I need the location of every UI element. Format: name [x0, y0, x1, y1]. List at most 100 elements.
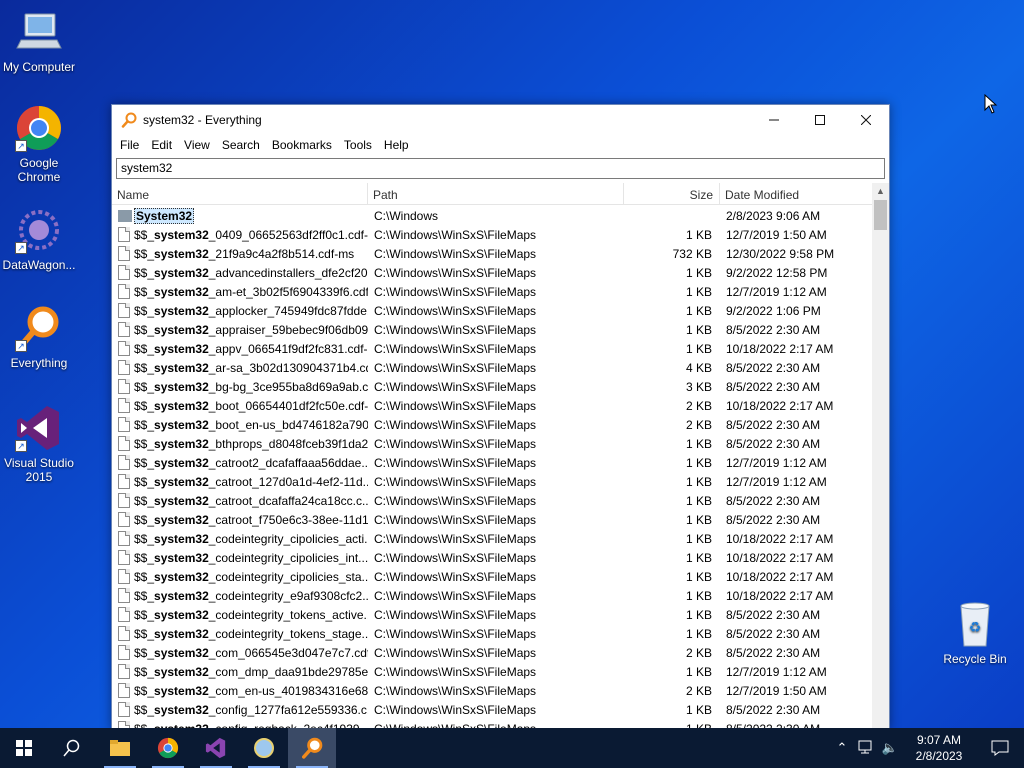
table-row[interactable]: $$_system32_codeintegrity_cipolicies_int…: [112, 548, 874, 567]
menu-file[interactable]: File: [114, 138, 145, 152]
taskbar-everything[interactable]: [288, 728, 336, 768]
table-row[interactable]: $$_system32_catroot_f750e6c3-38ee-11d1..…: [112, 510, 874, 529]
table-row[interactable]: $$_system32_com_066545e3d047e7c7.cdf... C…: [112, 643, 874, 662]
desktop-icon-everything[interactable]: ↗ Everything: [0, 304, 78, 370]
file-icon: [118, 227, 130, 242]
cell-name: $$_system32_0409_06652563df2ff0c1.cdf-..…: [112, 227, 368, 242]
file-icon: [118, 436, 130, 451]
taskbar-datawagon[interactable]: [240, 728, 288, 768]
menu-view[interactable]: View: [178, 138, 216, 152]
table-row[interactable]: $$_system32_com_en-us_4019834316e68... C:…: [112, 681, 874, 700]
mouse-cursor-icon: [984, 93, 998, 117]
table-row[interactable]: $$_system32_bthprops_d8048fceb39f1da2...…: [112, 434, 874, 453]
window-title: system32 - Everything: [143, 113, 262, 127]
table-row[interactable]: $$_system32_catroot_127d0a1d-4ef2-11d...…: [112, 472, 874, 491]
volume-icon[interactable]: 🔈: [878, 740, 902, 756]
file-name: $$_system32_boot_06654401df2fc50e.cdf-..…: [134, 398, 368, 413]
column-header-date[interactable]: Date Modified: [720, 183, 874, 204]
column-header-name[interactable]: Name: [112, 183, 368, 204]
table-row[interactable]: $$_system32_codeintegrity_tokens_stage..…: [112, 624, 874, 643]
menu-edit[interactable]: Edit: [145, 138, 178, 152]
cell-name: $$_system32_catroot_f750e6c3-38ee-11d1..…: [112, 512, 368, 527]
title-bar[interactable]: system32 - Everything: [112, 105, 889, 135]
chevron-up-icon[interactable]: ⌃: [830, 740, 854, 756]
table-row[interactable]: $$_system32_advancedinstallers_dfe2cf20.…: [112, 263, 874, 282]
desktop-icon-my-computer[interactable]: My Computer: [0, 8, 78, 74]
cell-size: 1 KB: [685, 493, 712, 508]
search-input[interactable]: system32: [116, 158, 885, 179]
table-row[interactable]: $$_system32_codeintegrity_cipolicies_sta…: [112, 567, 874, 586]
table-row[interactable]: System32 C:\Windows 2/8/2023 9:06 AM: [112, 206, 874, 225]
cell-date: 10/18/2022 2:17 AM: [726, 550, 834, 565]
file-name: $$_system32_codeintegrity_cipolicies_sta…: [134, 569, 368, 584]
file-icon: [118, 360, 130, 375]
desktop-icon-datawagon[interactable]: ↗ DataWagon...: [0, 206, 78, 272]
file-icon: [118, 702, 130, 717]
notification-button[interactable]: [976, 728, 1024, 768]
taskbar-file-explorer[interactable]: [96, 728, 144, 768]
taskbar-chrome[interactable]: [144, 728, 192, 768]
magnifier-icon: ↗: [15, 304, 63, 352]
maximize-icon: [815, 115, 825, 125]
start-button[interactable]: [0, 728, 48, 768]
menu-help[interactable]: Help: [378, 138, 415, 152]
cell-date: 8/5/2022 2:30 AM: [726, 360, 821, 375]
column-header-path[interactable]: Path: [368, 183, 624, 204]
table-header: Name Path Size Date Modified: [112, 183, 889, 205]
file-icon: [118, 683, 130, 698]
menu-tools[interactable]: Tools: [338, 138, 378, 152]
table-row[interactable]: $$_system32_com_dmp_daa91bde29785e... C:\…: [112, 662, 874, 681]
cell-name: $$_system32_catroot_dcafaffa24ca18cc.c..…: [112, 493, 368, 508]
menu-search[interactable]: Search: [216, 138, 266, 152]
network-icon[interactable]: [854, 740, 878, 757]
cell-size: 2 KB: [685, 645, 712, 660]
minimize-button[interactable]: [751, 105, 797, 135]
table-row[interactable]: $$_system32_appv_066541f9df2fc831.cdf-..…: [112, 339, 874, 358]
table-row[interactable]: $$_system32_0409_06652563df2ff0c1.cdf-..…: [112, 225, 874, 244]
cell-date: 12/7/2019 1:12 AM: [726, 474, 827, 489]
scrollbar-thumb[interactable]: [874, 200, 887, 230]
table-row[interactable]: $$_system32_catroot_dcafaffa24ca18cc.c..…: [112, 491, 874, 510]
close-button[interactable]: [843, 105, 889, 135]
scroll-up-icon[interactable]: ▲: [872, 183, 889, 200]
file-icon: [118, 303, 130, 318]
table-row[interactable]: $$_system32_catroot2_dcafaffaaa56ddae...…: [112, 453, 874, 472]
cell-size: 1 KB: [685, 265, 712, 280]
cell-size: 1 KB: [685, 512, 712, 527]
table-row[interactable]: $$_system32_bg-bg_3ce955ba8d69a9ab.c... C…: [112, 377, 874, 396]
table-row[interactable]: $$_system32_codeintegrity_tokens_active.…: [112, 605, 874, 624]
search-button[interactable]: [48, 728, 96, 768]
menu-bar: File Edit View Search Bookmarks Tools He…: [112, 135, 889, 155]
cell-date: 8/5/2022 2:30 AM: [726, 626, 821, 641]
taskbar-visual-studio[interactable]: [192, 728, 240, 768]
desktop-icon-google-chrome[interactable]: ↗ Google Chrome: [0, 104, 78, 184]
clock[interactable]: 9:07 AM 2/8/2023: [902, 732, 976, 764]
cell-path: C:\Windows\WinSxS\FileMaps: [374, 512, 537, 527]
table-row[interactable]: $$_system32_21f9a9c4a2f8b514.cdf-ms C:\Wi…: [112, 244, 874, 263]
cell-date: 8/5/2022 2:30 AM: [726, 417, 821, 432]
file-icon: [118, 664, 130, 679]
table-row[interactable]: $$_system32_codeintegrity_e9af9308cfc2..…: [112, 586, 874, 605]
cell-size: 1 KB: [685, 474, 712, 489]
desktop-icon-label: Visual Studio 2015: [4, 456, 74, 484]
cell-path: C:\Windows\WinSxS\FileMaps: [374, 360, 537, 375]
file-name: $$_system32_com_dmp_daa91bde29785e...: [134, 664, 368, 679]
column-header-size[interactable]: Size: [624, 183, 720, 204]
table-row[interactable]: $$_system32_config_1277fa612e559336.c...…: [112, 700, 874, 719]
table-row[interactable]: $$_system32_ar-sa_3b02d130904371b4.cd...…: [112, 358, 874, 377]
table-row[interactable]: $$_system32_am-et_3b02f5f6904339f6.cdf..…: [112, 282, 874, 301]
desktop-icon-recycle-bin[interactable]: ♻ Recycle Bin: [940, 600, 1010, 666]
desktop-icon-visual-studio[interactable]: ↗ Visual Studio 2015: [0, 404, 78, 484]
table-row[interactable]: $$_system32_boot_en-us_bd4746182a790... C…: [112, 415, 874, 434]
table-row[interactable]: $$_system32_applocker_745949fdc87fdde...…: [112, 301, 874, 320]
cell-size: 1 KB: [685, 664, 712, 679]
table-row[interactable]: $$_system32_appraiser_59bebec9f06db09...…: [112, 320, 874, 339]
menu-bookmarks[interactable]: Bookmarks: [266, 138, 338, 152]
results-list: System32 C:\Windows 2/8/2023 9:06 AM $$_sys…: [112, 206, 874, 729]
maximize-button[interactable]: [797, 105, 843, 135]
table-row[interactable]: $$_system32_boot_06654401df2fc50e.cdf-..…: [112, 396, 874, 415]
vertical-scrollbar[interactable]: ▲: [872, 183, 889, 729]
shortcut-arrow-icon: ↗: [15, 340, 27, 352]
table-row[interactable]: $$_system32_codeintegrity_cipolicies_act…: [112, 529, 874, 548]
file-icon: [118, 398, 130, 413]
